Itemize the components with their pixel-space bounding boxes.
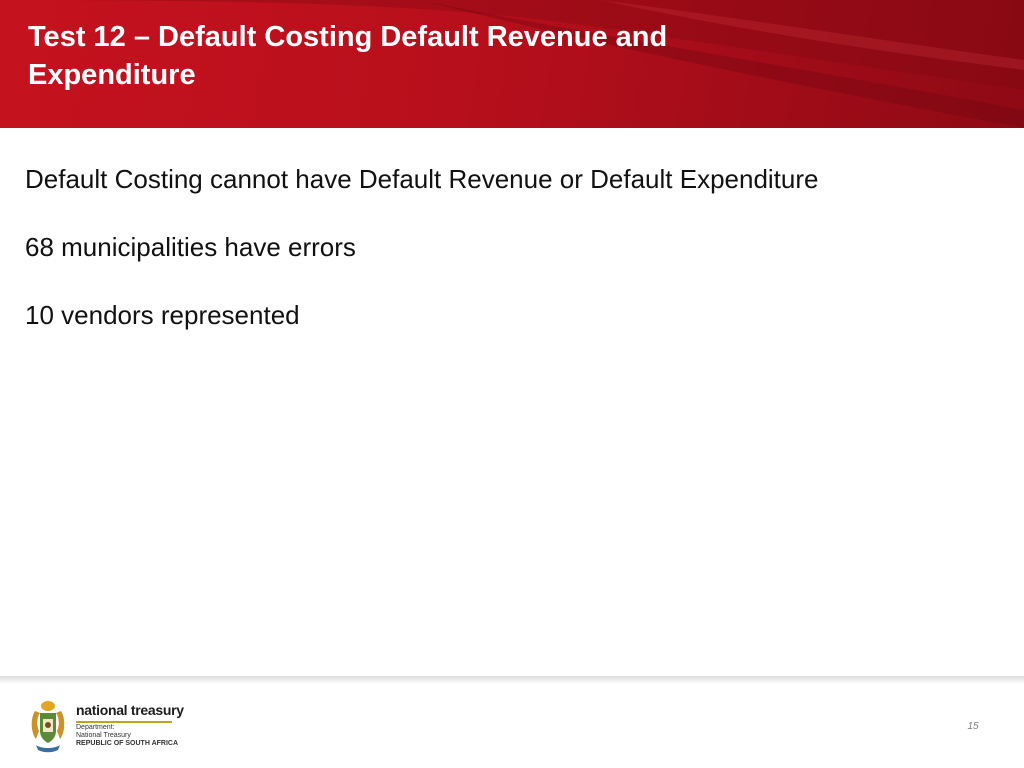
logo-department-name: National Treasury xyxy=(76,732,131,739)
slide-title: Test 12 – Default Costing Default Revenu… xyxy=(28,21,668,91)
logo-rule xyxy=(76,721,172,723)
logo-department-text: Department: National Treasury REPUBLIC O… xyxy=(76,724,178,748)
page-number: 15 xyxy=(967,721,979,732)
body-line-municipality-count: 68 municipalities have errors xyxy=(25,232,356,262)
national-treasury-logo: national treasury Department: National T… xyxy=(28,697,188,753)
body-line-rule: Default Costing cannot have Default Reve… xyxy=(25,164,819,194)
header-band: Test 12 – Default Costing Default Revenu… xyxy=(0,0,1024,128)
logo-country: REPUBLIC OF SOUTH AFRICA xyxy=(76,740,179,747)
coat-of-arms-icon xyxy=(31,701,65,753)
logo-name: national treasury xyxy=(76,702,184,718)
footer-divider xyxy=(0,676,1024,684)
body-line-vendor-count: 10 vendors represented xyxy=(25,300,300,330)
logo-department-label: Department: xyxy=(76,724,115,731)
